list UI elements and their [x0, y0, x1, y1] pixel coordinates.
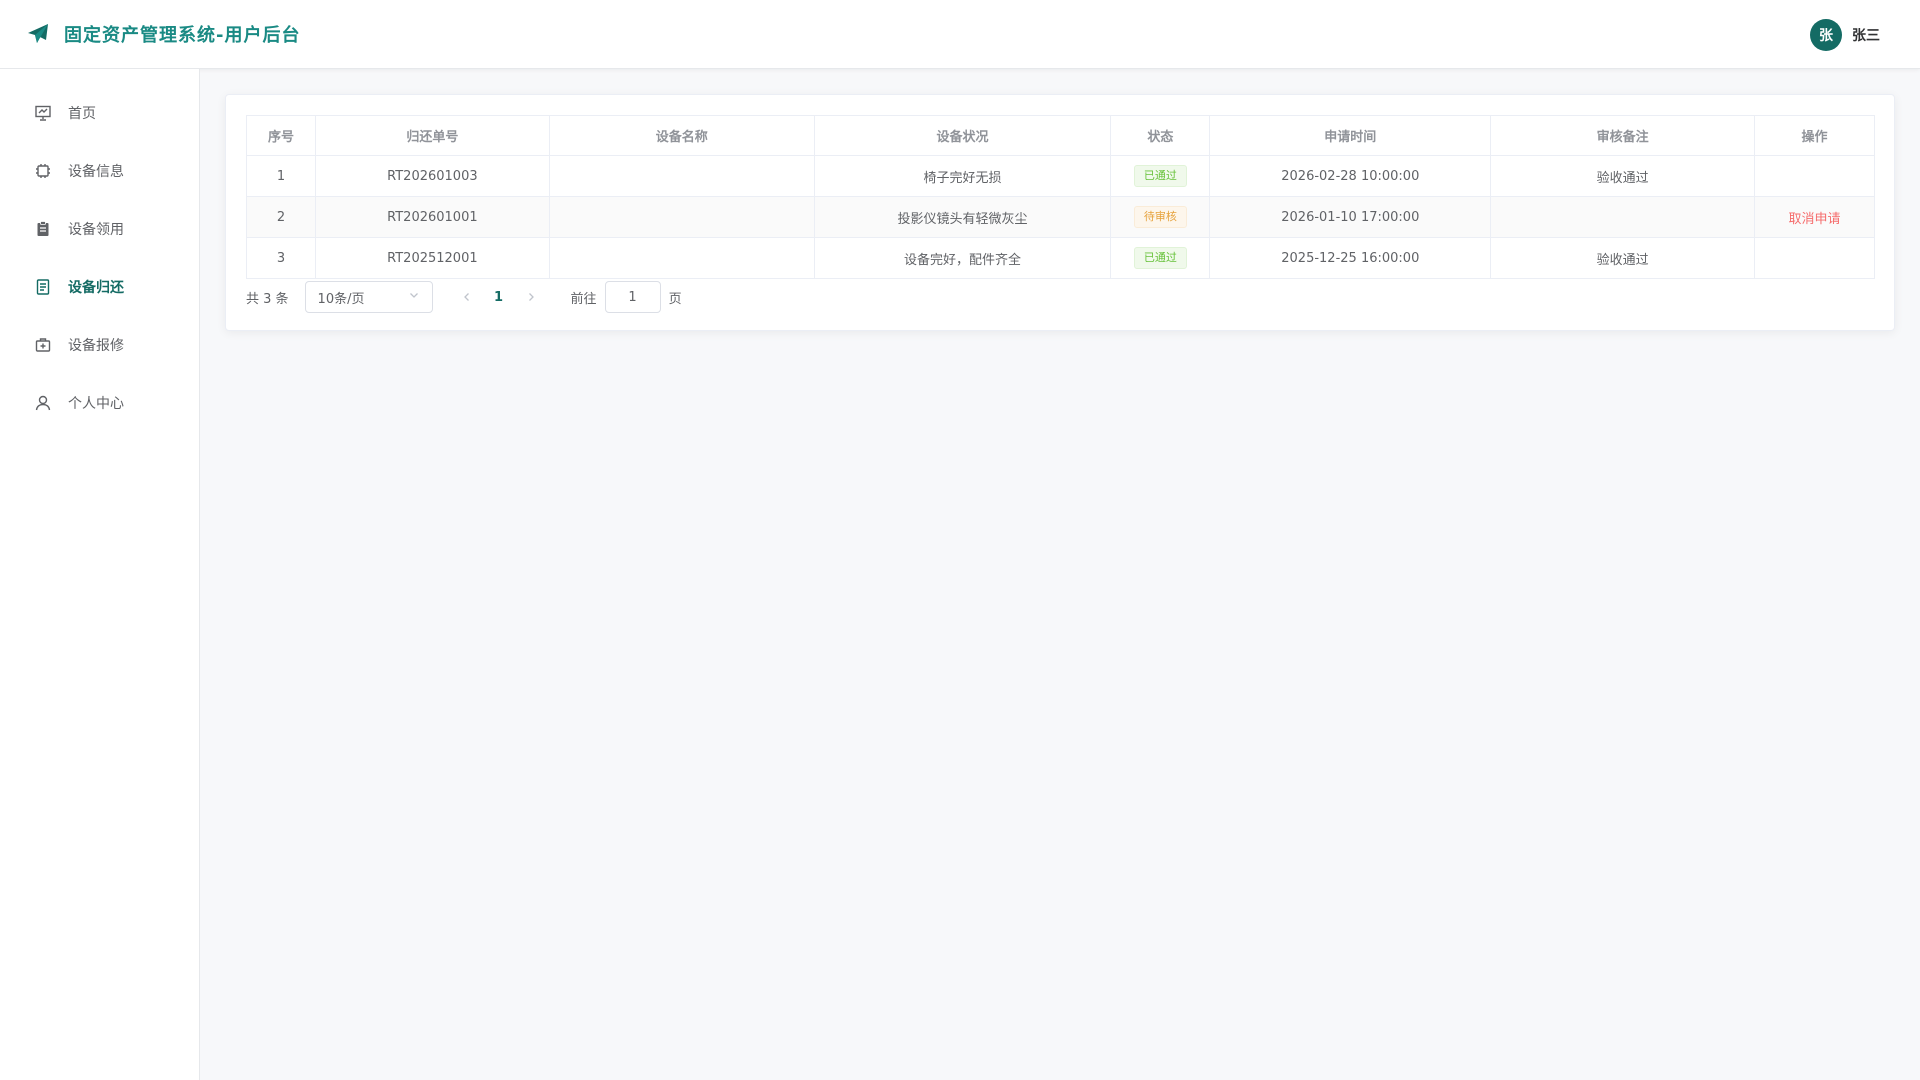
cell-action [1754, 155, 1875, 197]
sidebar-item-label: 首页 [68, 106, 96, 122]
goto-page: 前往 页 [571, 281, 682, 313]
page-number[interactable]: 1 [479, 290, 519, 305]
sidebar-item-device-borrow[interactable]: 设备领用 [0, 200, 199, 258]
avatar[interactable]: 张 [1810, 19, 1842, 51]
page-size-value: 10条/页 [317, 291, 365, 307]
pagination: 共 3 条 10条/页 1 前往 页 [246, 281, 682, 313]
next-page-button[interactable] [519, 283, 543, 311]
prev-page-button[interactable] [455, 283, 479, 311]
cell-remark [1490, 196, 1756, 238]
cell-status: 待审核 [1110, 196, 1211, 238]
page-suffix: 页 [668, 291, 682, 307]
status-badge: 已通过 [1133, 165, 1187, 187]
cell-apply-time: 2026-02-28 10:00:00 [1209, 155, 1492, 197]
sidebar-item-profile[interactable]: 个人中心 [0, 374, 199, 432]
dashboard-icon [34, 104, 52, 122]
column-header: 操作 [1754, 115, 1875, 156]
cell-condition: 椅子完好无损 [813, 155, 1112, 197]
paper-plane-icon [26, 22, 50, 46]
return-records-table: 序号 归还单号 设备名称 设备状况 状态 申请时间 审核备注 操作 1 RT20… [246, 115, 1875, 279]
column-header: 序号 [246, 115, 316, 156]
cell-return-no: RT202601003 [314, 155, 550, 197]
status-badge: 已通过 [1133, 247, 1187, 269]
column-header: 设备名称 [548, 115, 815, 156]
cell-index: 3 [246, 237, 316, 279]
table-row: 2 RT202601001 投影仪镜头有轻微灰尘 待审核 2026-01-10 … [246, 196, 1875, 238]
sidebar-item-device-repair[interactable]: 设备报修 [0, 316, 199, 374]
user-menu[interactable]: 张 张三 [1810, 19, 1880, 51]
cell-remark: 验收通过 [1490, 155, 1756, 197]
total-count: 共 3 条 [246, 291, 289, 307]
cell-condition: 设备完好，配件齐全 [813, 237, 1112, 279]
app-title: 固定资产管理系统-用户后台 [64, 25, 301, 46]
sidebar-item-home[interactable]: 首页 [0, 84, 199, 142]
cell-return-no: RT202601001 [314, 196, 550, 238]
chevron-down-icon [408, 289, 420, 305]
sidebar-item-device-return[interactable]: 设备归还 [0, 258, 199, 316]
document-icon [34, 278, 52, 296]
cell-index: 2 [246, 196, 316, 238]
status-badge: 待审核 [1133, 206, 1187, 228]
cell-status: 已通过 [1110, 155, 1211, 197]
cell-apply-time: 2026-01-10 17:00:00 [1209, 196, 1492, 238]
cancel-request-button[interactable]: 取消申请 [1789, 212, 1841, 227]
cell-action [1754, 237, 1875, 279]
brand: 固定资产管理系统-用户后台 [26, 21, 300, 47]
page-size-select[interactable]: 10条/页 [304, 281, 433, 313]
cell-return-no: RT202512001 [314, 237, 550, 279]
goto-page-input[interactable] [604, 281, 661, 313]
column-header: 归还单号 [314, 115, 550, 156]
table-row: 3 RT202512001 设备完好，配件齐全 已通过 2025-12-25 1… [246, 237, 1875, 279]
sidebar-item-label: 设备领用 [68, 222, 124, 238]
clipboard-icon [34, 220, 52, 238]
column-header: 审核备注 [1490, 115, 1756, 156]
sidebar-item-label: 设备归还 [68, 280, 124, 296]
sidebar-item-label: 设备报修 [68, 338, 124, 354]
sidebar-item-device-info[interactable]: 设备信息 [0, 142, 199, 200]
cell-device-name [548, 196, 815, 238]
cell-index: 1 [246, 155, 316, 197]
user-icon [34, 394, 52, 412]
chip-icon [34, 162, 52, 180]
cell-remark: 验收通过 [1490, 237, 1756, 279]
top-header: 固定资产管理系统-用户后台 张 张三 [0, 0, 1920, 69]
goto-label: 前往 [570, 291, 597, 307]
table-row: 1 RT202601003 椅子完好无损 已通过 2026-02-28 10:0… [246, 155, 1875, 197]
cell-device-name [548, 155, 815, 197]
cell-apply-time: 2025-12-25 16:00:00 [1209, 237, 1492, 279]
return-records-card: 序号 归还单号 设备名称 设备状况 状态 申请时间 审核备注 操作 1 RT20… [225, 94, 1895, 331]
cell-condition: 投影仪镜头有轻微灰尘 [813, 196, 1112, 238]
column-header: 状态 [1110, 115, 1211, 156]
column-header: 申请时间 [1209, 115, 1492, 156]
cell-device-name [548, 237, 815, 279]
cell-action: 取消申请 [1754, 196, 1875, 238]
cell-status: 已通过 [1110, 237, 1211, 279]
column-header: 设备状况 [813, 115, 1112, 156]
sidebar-item-label: 设备信息 [68, 164, 124, 180]
username[interactable]: 张三 [1852, 25, 1880, 45]
sidebar-item-label: 个人中心 [68, 396, 124, 412]
table-header-row: 序号 归还单号 设备名称 设备状况 状态 申请时间 审核备注 操作 [246, 115, 1875, 156]
repair-kit-icon [34, 336, 52, 354]
sidebar: 首页 设备信息 设备领用 设备归还 设备报修 个人中心 [0, 69, 200, 1080]
